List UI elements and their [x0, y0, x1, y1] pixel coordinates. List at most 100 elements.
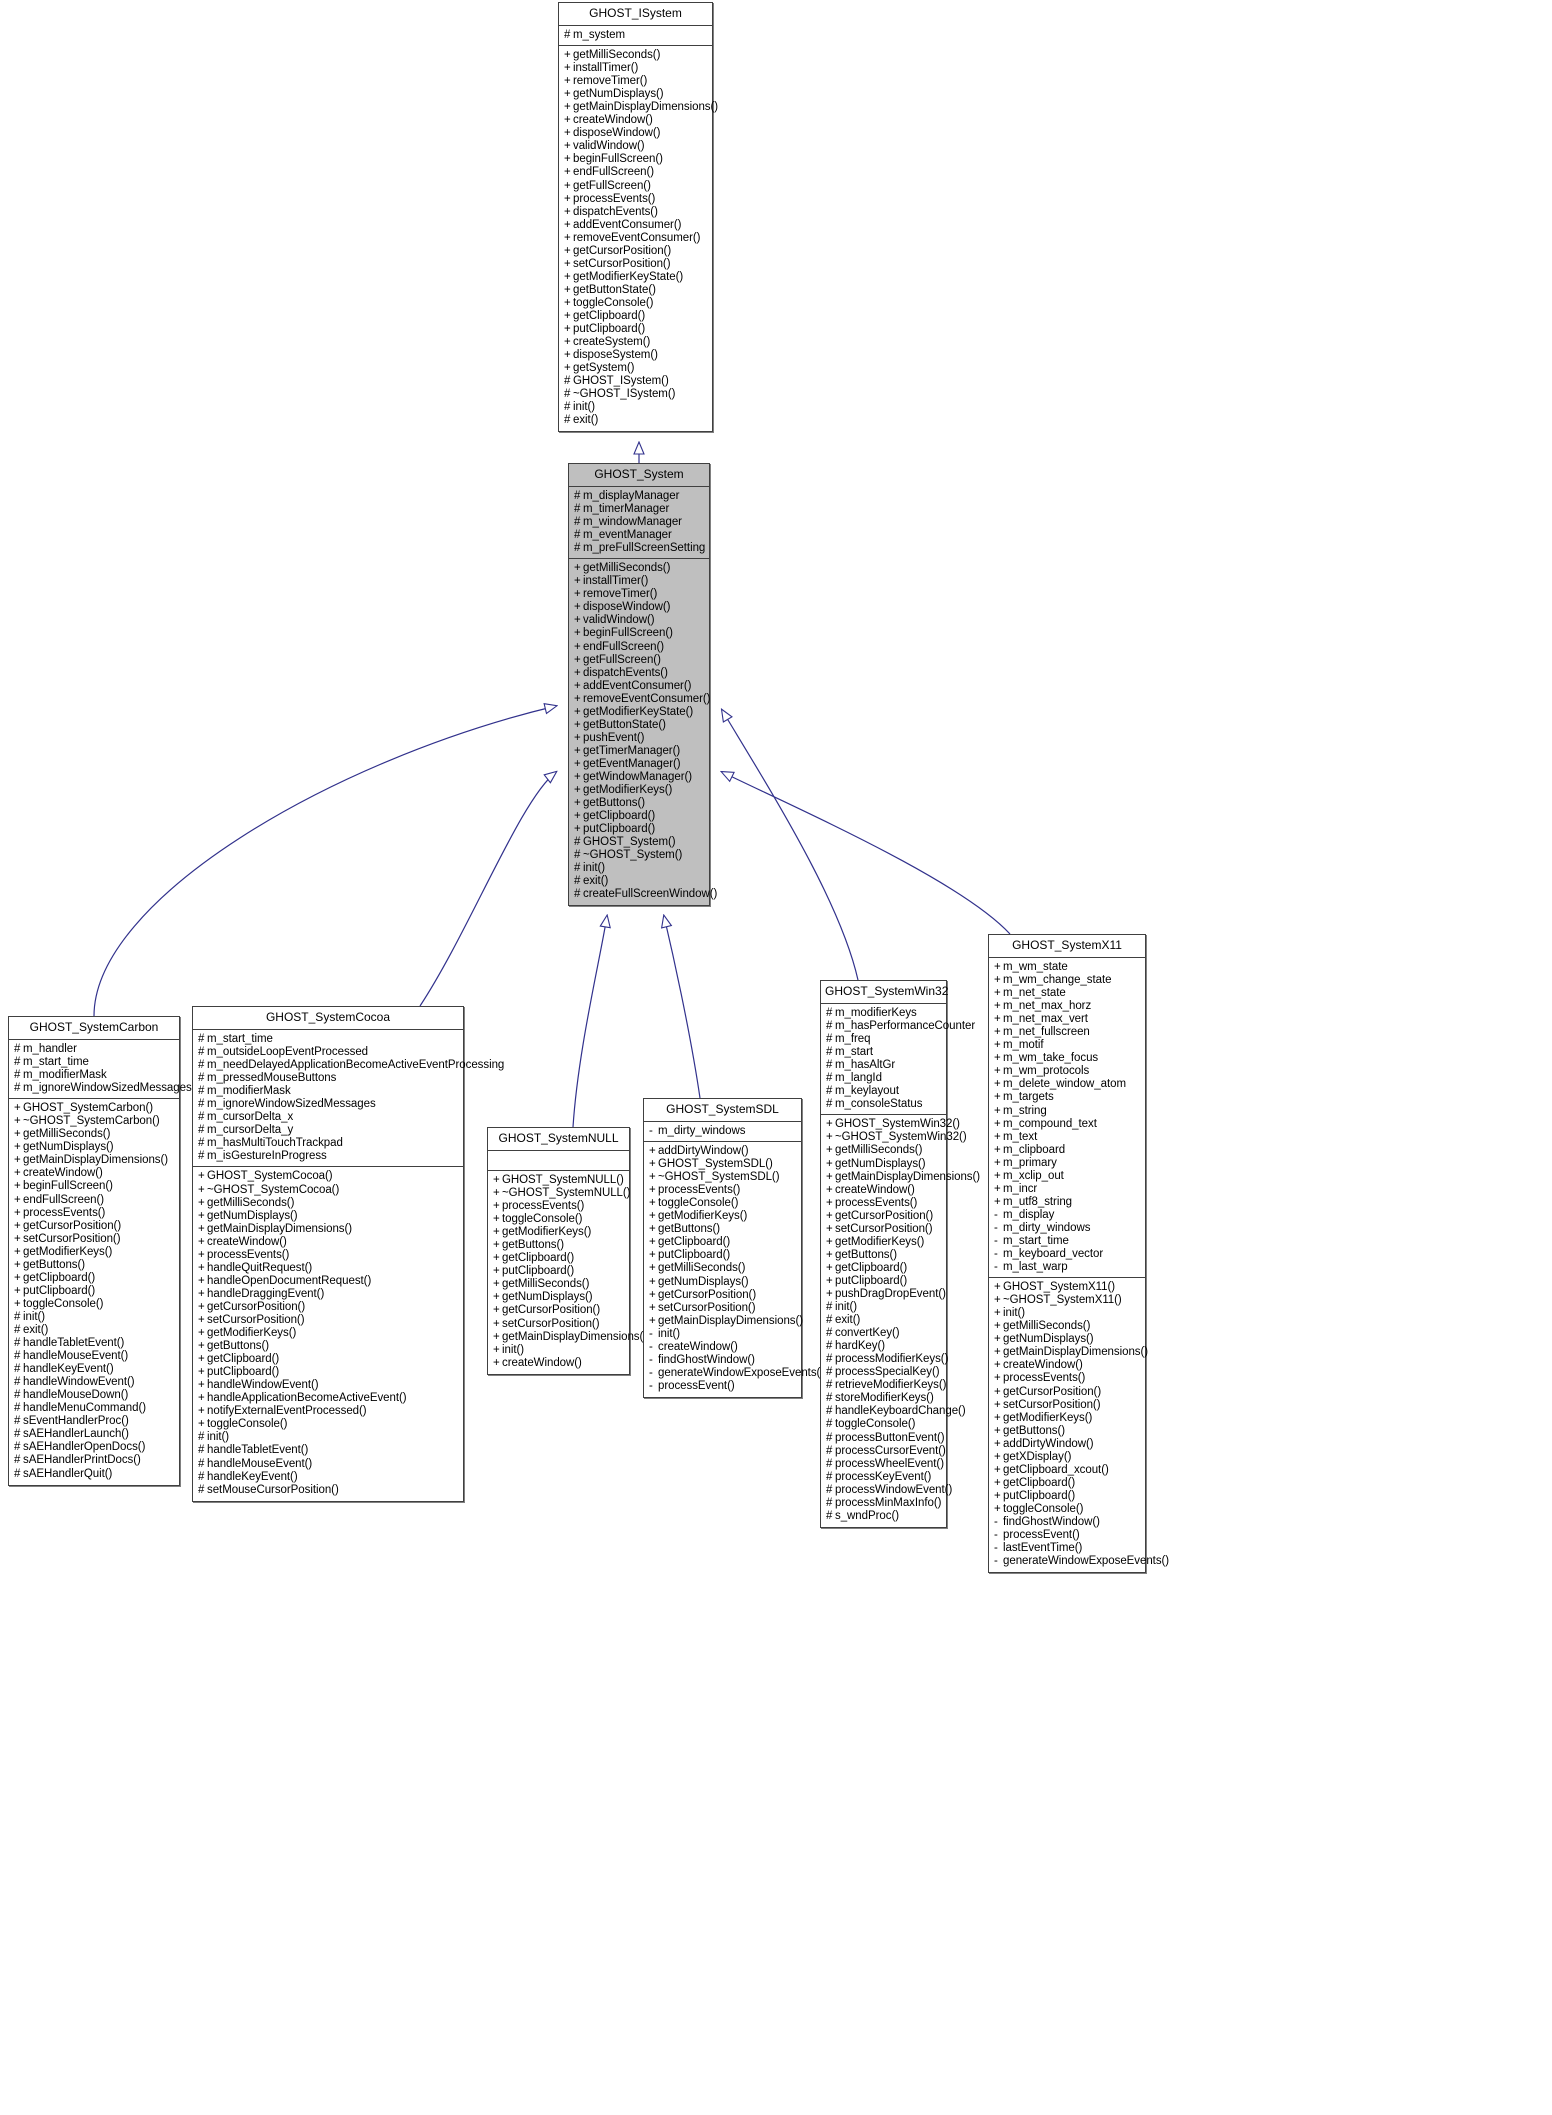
- visibility-marker: #: [198, 1137, 205, 1150]
- uml-method-label: createWindow(): [207, 1235, 287, 1248]
- visibility-marker: +: [493, 1252, 500, 1265]
- visibility-marker: +: [994, 1000, 1001, 1013]
- visibility-marker: +: [574, 797, 581, 810]
- uml-class-sdl[interactable]: GHOST_SystemSDL - m_dirty_windows + addDirty…: [643, 1098, 824, 1398]
- uml-class-carbon[interactable]: GHOST_SystemCarbon # m_handler # m_start_tim…: [8, 1016, 192, 1486]
- uml-method-row: + getNumDisplays(): [826, 1158, 941, 1171]
- uml-method-label: exit(): [573, 414, 599, 427]
- visibility-marker: +: [826, 1118, 833, 1131]
- uml-method-row: + toggleConsole(): [198, 1418, 458, 1431]
- uml-attribute-row: # m_ignoreWindowSizedMessages: [14, 1082, 192, 1095]
- uml-method-row: + disposeWindow(): [574, 601, 704, 614]
- uml-diagram-canvas: GHOST_ISystem # m_system + getMilliSeconds()…: [0, 0, 1552, 2115]
- uml-class-win32[interactable]: GHOST_SystemWin32 # m_modifierKeys # m_hasPe…: [820, 980, 980, 1528]
- uml-class-title[interactable]: GHOST_ISystem: [559, 3, 712, 26]
- uml-method-label: getButtonState(): [573, 283, 656, 296]
- uml-attribute-row: + m_compound_text: [994, 1118, 1140, 1131]
- uml-class-null[interactable]: GHOST_SystemNULL + GHOST_SystemNULL() + ~GHO…: [487, 1127, 647, 1375]
- uml-method-row: + getModifierKeyState(): [574, 706, 704, 719]
- uml-attribute-label: m_wm_protocols: [1003, 1065, 1090, 1078]
- uml-method-row: # init(): [564, 401, 707, 414]
- uml-method-label: init(): [207, 1431, 230, 1444]
- visibility-marker: +: [649, 1236, 656, 1249]
- visibility-marker: +: [994, 1156, 1001, 1169]
- uml-method-label: getEventManager(): [583, 757, 681, 770]
- uml-attribute-label: m_wm_take_focus: [1003, 1052, 1099, 1065]
- visibility-marker: #: [826, 1085, 833, 1098]
- uml-class-x11[interactable]: GHOST_SystemX11 + m_wm_state + m_wm_change_s…: [988, 934, 1169, 1574]
- uml-method-row: + dispatchEvents(): [564, 206, 707, 219]
- uml-method-row: # init(): [826, 1301, 941, 1314]
- uml-method-row: + getButtons(): [198, 1340, 458, 1353]
- uml-method-label: getCursorPosition(): [1003, 1385, 1102, 1398]
- uml-method-label: handleKeyEvent(): [207, 1470, 298, 1483]
- uml-method-label: getClipboard(): [23, 1271, 96, 1284]
- uml-method-label: installTimer(): [573, 62, 639, 75]
- uml-method-label: getButtonState(): [583, 718, 666, 731]
- uml-method-row: + putClipboard(): [493, 1265, 624, 1278]
- uml-method-label: handleWindowEvent(): [23, 1376, 135, 1389]
- uml-class-title[interactable]: GHOST_SystemWin32: [821, 981, 948, 1004]
- uml-method-row: - processEvent(): [994, 1529, 1140, 1542]
- uml-method-row: + setCursorPosition(): [994, 1399, 1140, 1412]
- uml-method-row: # processKeyEvent(): [826, 1471, 941, 1484]
- visibility-marker: +: [994, 1333, 1001, 1346]
- visibility-marker: +: [564, 166, 571, 179]
- uml-class-title[interactable]: GHOST_System: [569, 464, 709, 487]
- uml-attribute-row: # m_isGestureInProgress: [198, 1150, 458, 1163]
- uml-class-system[interactable]: GHOST_System # m_displayManager # m_timerMan…: [568, 463, 717, 907]
- visibility-marker: +: [14, 1297, 21, 1310]
- uml-method-row: + getEventManager(): [574, 758, 704, 771]
- uml-method-row: + GHOST_SystemCocoa(): [198, 1170, 458, 1183]
- uml-class-title[interactable]: GHOST_SystemCarbon: [9, 1017, 179, 1040]
- uml-method-label: processWheelEvent(): [835, 1457, 944, 1470]
- visibility-marker: #: [564, 414, 571, 427]
- uml-method-label: ~GHOST_SystemWin32(): [835, 1131, 967, 1144]
- visibility-marker: +: [649, 1301, 656, 1314]
- uml-class-title[interactable]: GHOST_SystemCocoa: [193, 1007, 463, 1030]
- uml-method-label: getClipboard(): [835, 1261, 908, 1274]
- uml-attribute-label: m_wm_state: [1003, 961, 1068, 973]
- uml-method-row: + ~GHOST_SystemCocoa(): [198, 1184, 458, 1197]
- uml-method-row: + setCursorPosition(): [564, 258, 707, 271]
- uml-class-title[interactable]: GHOST_SystemX11: [989, 935, 1145, 958]
- uml-method-row: + getCursorPosition(): [564, 245, 707, 258]
- visibility-marker: +: [564, 153, 571, 166]
- uml-method-label: processCursorEvent(): [835, 1444, 946, 1457]
- visibility-marker: +: [198, 1248, 205, 1261]
- uml-method-row: + getMilliSeconds(): [493, 1278, 624, 1291]
- visibility-marker: +: [994, 987, 1001, 1000]
- visibility-marker: #: [826, 1098, 833, 1111]
- uml-method-row: + getXDisplay(): [994, 1451, 1140, 1464]
- uml-methods-compartment: + getMilliSeconds() + installTimer() + remove…: [569, 559, 717, 905]
- uml-method-label: storeModifierKeys(): [835, 1392, 934, 1405]
- visibility-marker: +: [564, 231, 571, 244]
- visibility-marker: +: [493, 1317, 500, 1330]
- uml-method-row: + getClipboard(): [994, 1477, 1140, 1490]
- uml-method-label: validWindow(): [573, 140, 645, 153]
- uml-method-row: # hardKey(): [826, 1340, 941, 1353]
- uml-method-label: setCursorPosition(): [23, 1232, 121, 1245]
- uml-class-isystem[interactable]: GHOST_ISystem # m_system + getMilliSeconds()…: [558, 2, 718, 433]
- uml-method-row: + addDirtyWindow(): [994, 1438, 1140, 1451]
- uml-method-label: disposeWindow(): [583, 601, 671, 614]
- visibility-marker: +: [574, 718, 581, 731]
- uml-method-row: + getModifierKeys(): [649, 1210, 796, 1223]
- visibility-marker: +: [14, 1193, 21, 1206]
- uml-method-row: + getCursorPosition(): [198, 1301, 458, 1314]
- uml-method-row: + getMainDisplayDimensions(): [198, 1223, 458, 1236]
- uml-class-title[interactable]: GHOST_SystemSDL: [644, 1099, 801, 1122]
- uml-class-title[interactable]: GHOST_SystemNULL: [488, 1128, 629, 1151]
- uml-attribute-label: m_needDelayedApplicationBecomeActiveEven…: [207, 1059, 505, 1072]
- uml-method-label: addEventConsumer(): [573, 218, 682, 231]
- uml-attribute-row: - m_display: [994, 1209, 1140, 1222]
- uml-method-label: getClipboard(): [573, 309, 646, 322]
- uml-class-cocoa[interactable]: GHOST_SystemCocoa # m_start_time # m_outside…: [192, 1006, 504, 1502]
- edge-sdl-to-system: [664, 916, 701, 1099]
- uml-method-row: + addDirtyWindow(): [649, 1145, 796, 1158]
- uml-attributes-compartment: # m_modifierKeys # m_hasPerformanceCounter #…: [821, 1004, 975, 1116]
- visibility-marker: #: [14, 1043, 21, 1055]
- uml-method-row: - lastEventTime(): [994, 1542, 1140, 1555]
- visibility-marker: +: [826, 1170, 833, 1183]
- visibility-marker: +: [994, 1502, 1001, 1515]
